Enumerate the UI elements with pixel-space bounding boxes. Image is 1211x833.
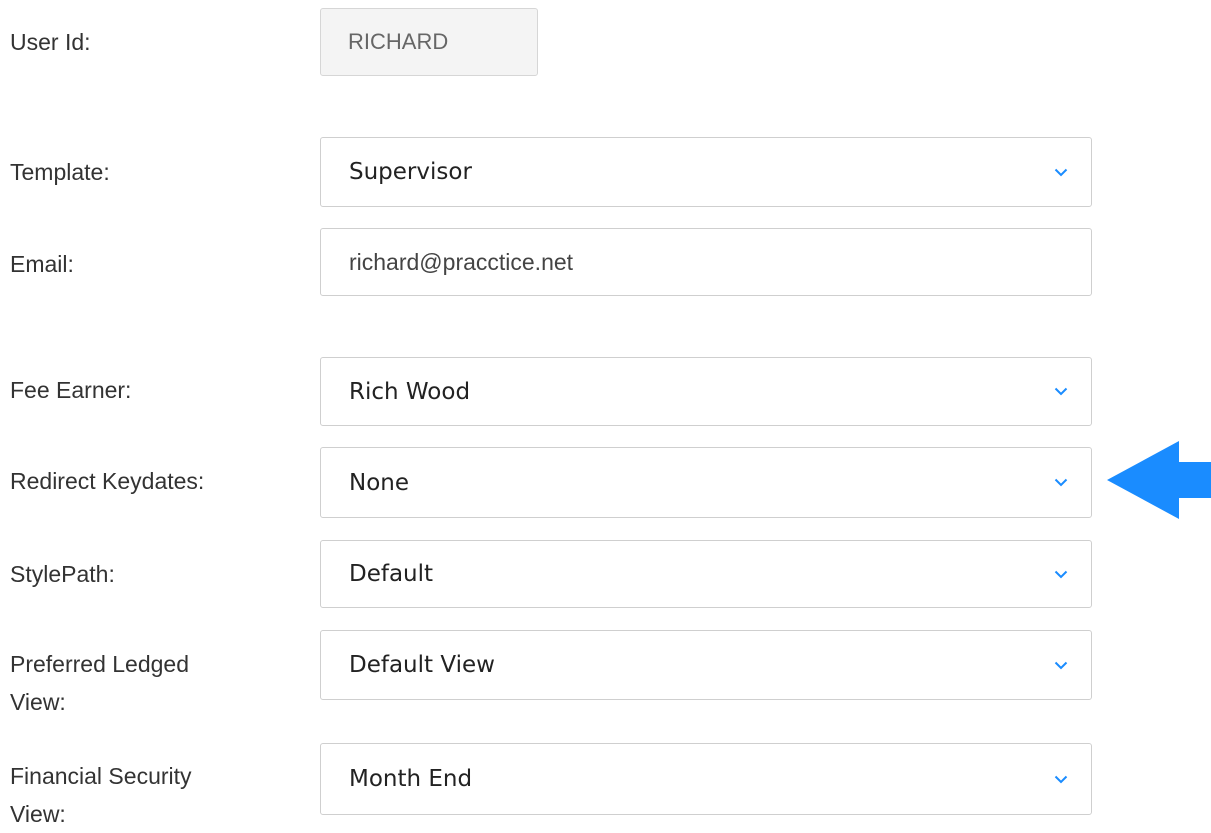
preferred-ledger-view-label-line2: View: [10, 689, 66, 715]
user-id-label: User Id: [10, 29, 91, 55]
style-path-select[interactable]: Default [320, 540, 1092, 608]
preferred-ledger-view-label: Preferred Ledged View: [10, 645, 300, 721]
redirect-keydates-select[interactable]: None [320, 447, 1092, 518]
chevron-down-icon [1051, 476, 1071, 490]
fee-earner-value: Rich Wood [349, 378, 471, 405]
arrow-left-icon [1107, 441, 1211, 524]
redirect-keydates-label: Redirect Keydates: [10, 468, 205, 494]
email-field[interactable]: richard@pracctice.net [320, 228, 1092, 296]
preferred-ledger-view-label-line1: Preferred Ledged [10, 651, 190, 677]
template-value: Supervisor [349, 159, 472, 185]
financial-security-view-label: Financial Security View: [10, 757, 300, 833]
template-label: Template: [10, 159, 110, 185]
user-id-field: RICHARD [320, 8, 538, 76]
style-path-label: StylePath: [10, 561, 115, 587]
financial-security-view-label-line2: View: [10, 801, 66, 827]
chevron-down-icon [1051, 658, 1071, 672]
fee-earner-label: Fee Earner: [10, 377, 132, 403]
chevron-down-icon [1051, 567, 1071, 581]
preferred-ledger-view-value: Default View [349, 652, 495, 678]
redirect-keydates-value: None [349, 469, 410, 496]
style-path-value: Default [349, 561, 434, 587]
financial-security-view-label-line1: Financial Security [10, 763, 192, 789]
email-label: Email: [10, 251, 74, 277]
fee-earner-select[interactable]: Rich Wood [320, 357, 1092, 426]
template-select[interactable]: Supervisor [320, 137, 1092, 207]
email-value: richard@pracctice.net [349, 248, 574, 275]
chevron-down-icon [1051, 772, 1071, 786]
chevron-down-icon [1051, 165, 1071, 179]
financial-security-view-select[interactable]: Month End [320, 743, 1092, 815]
preferred-ledger-view-select[interactable]: Default View [320, 630, 1092, 700]
user-id-value: RICHARD [348, 29, 449, 54]
financial-security-view-value: Month End [349, 766, 473, 792]
chevron-down-icon [1051, 385, 1071, 399]
